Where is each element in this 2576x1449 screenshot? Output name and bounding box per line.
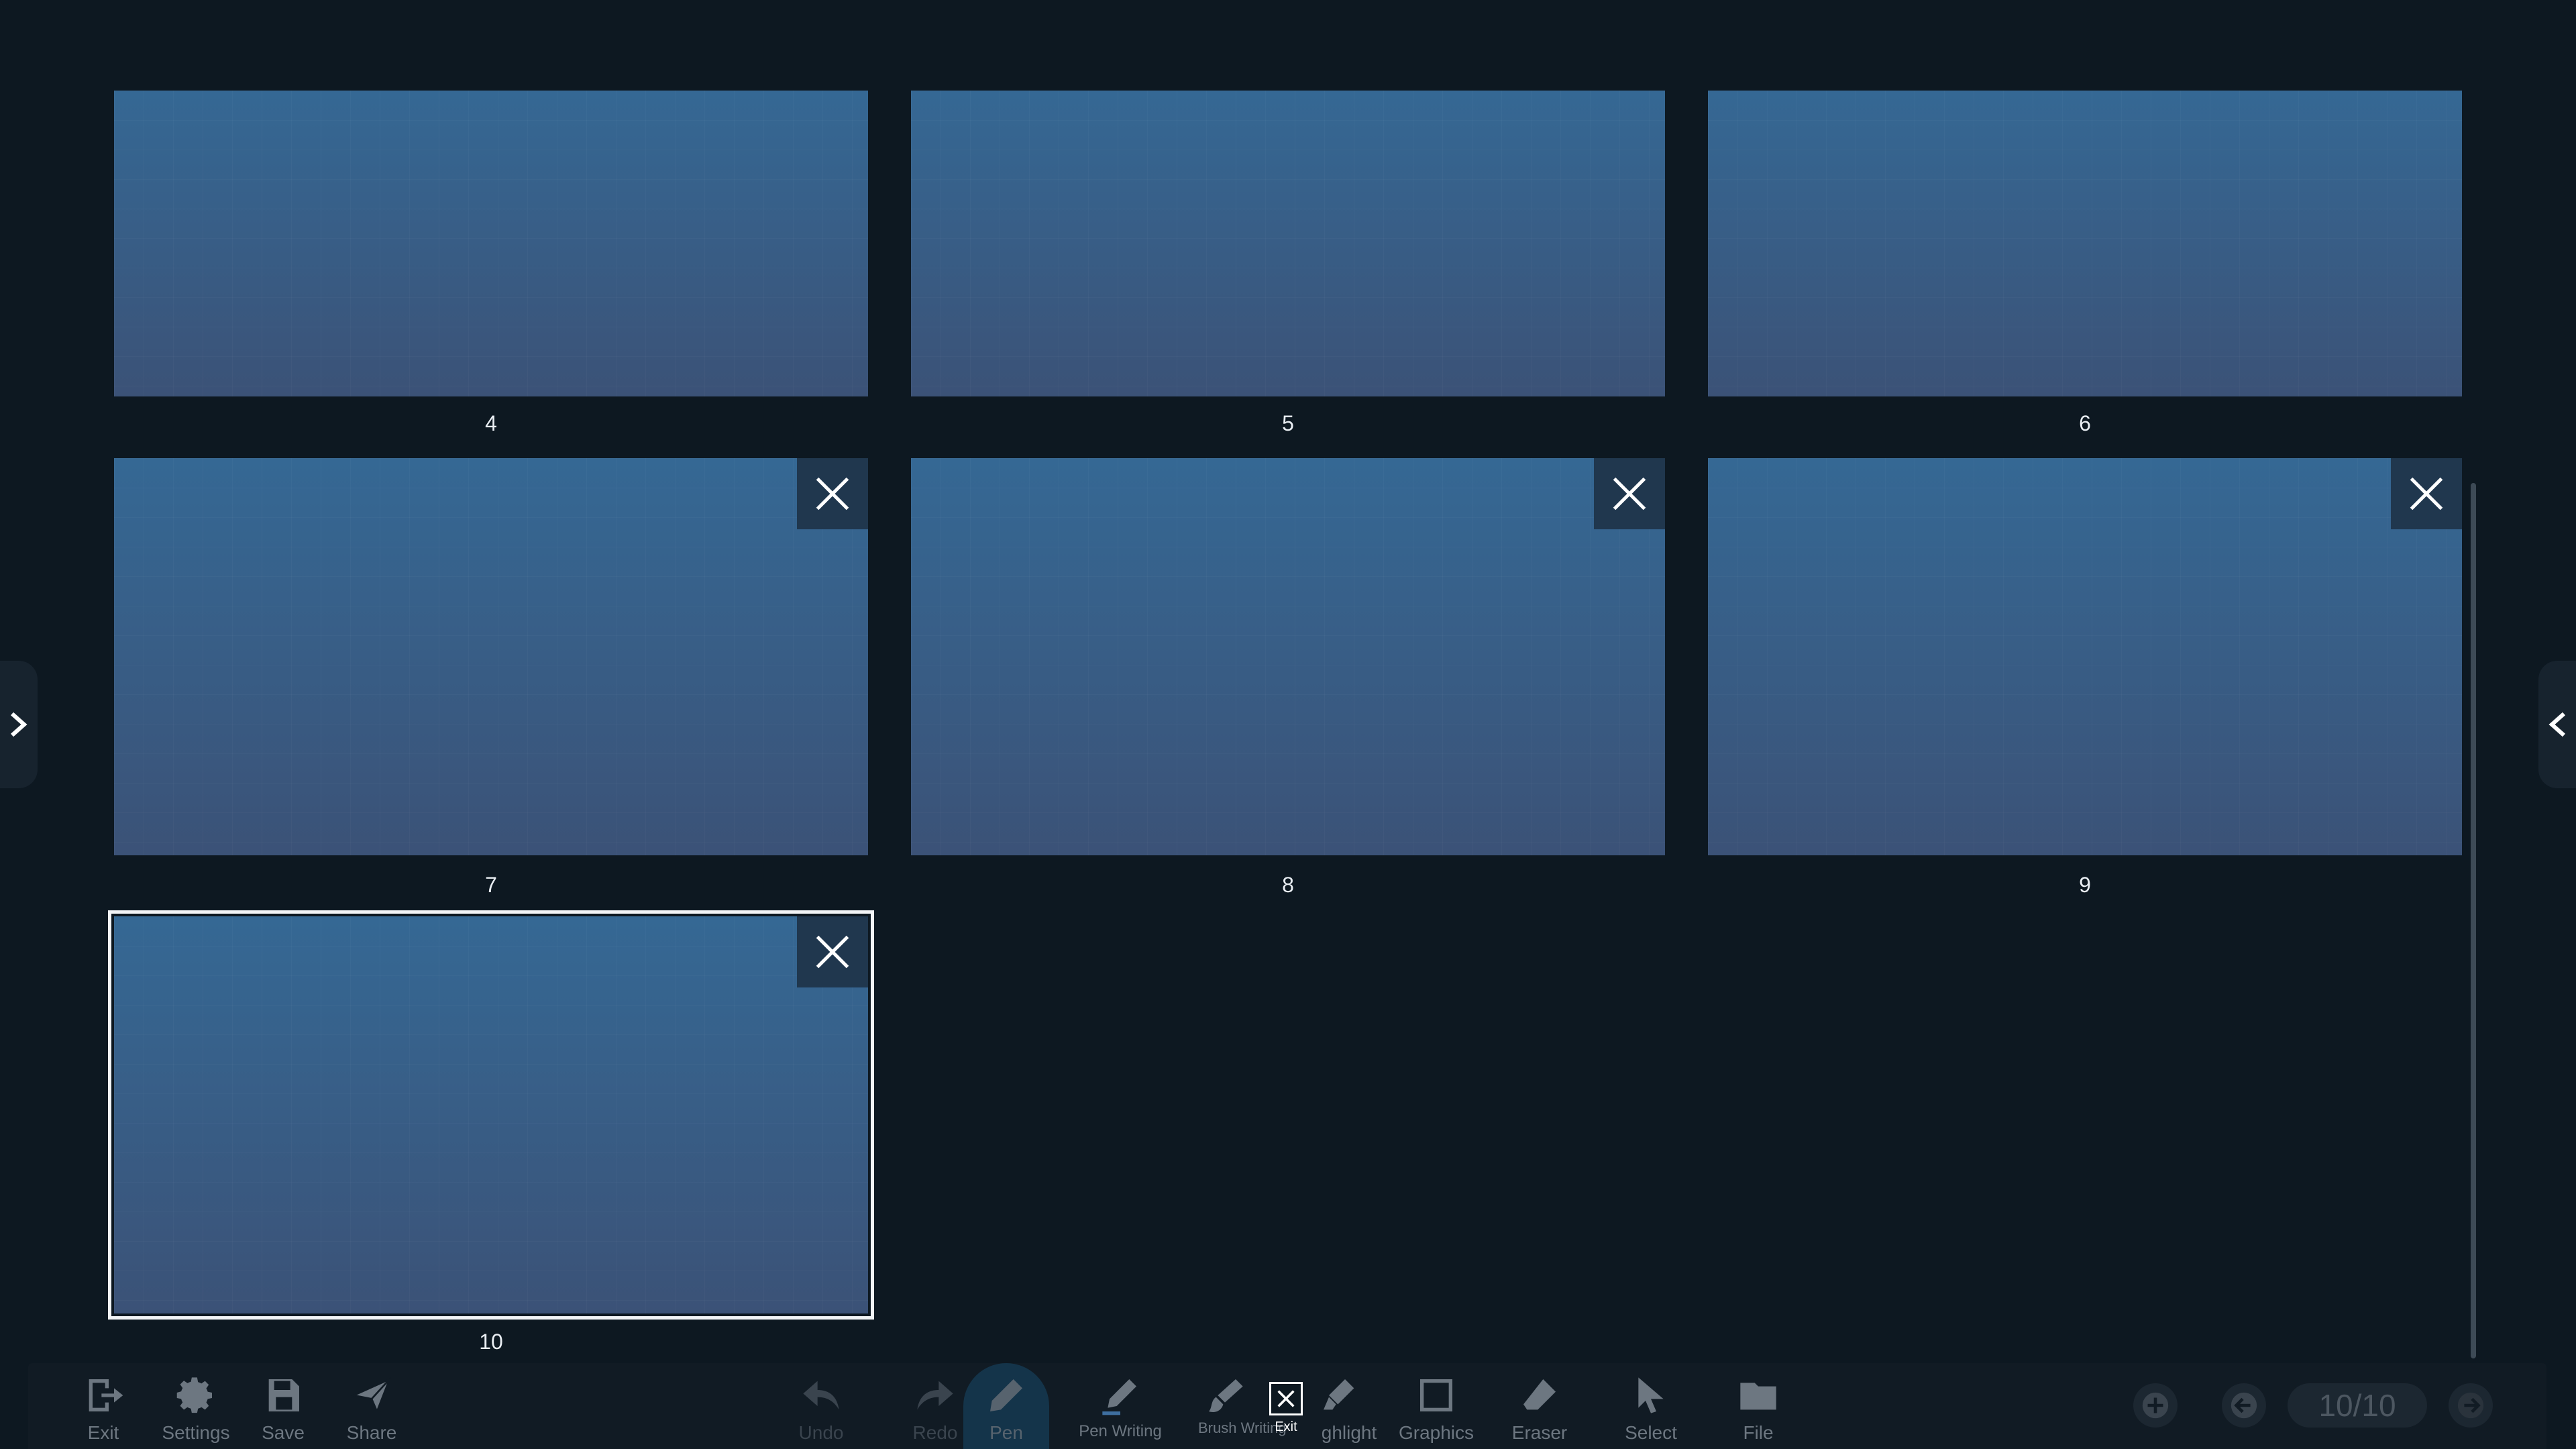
file-label: File: [1743, 1422, 1774, 1443]
pen-writing-button[interactable]: Pen Writing: [1067, 1363, 1174, 1449]
close-icon: [1613, 477, 1646, 511]
close-icon: [816, 477, 849, 511]
exit-label: Exit: [87, 1422, 119, 1443]
exit-button[interactable]: Exit: [76, 1363, 130, 1449]
page-thumbnail-4[interactable]: 4: [114, 91, 868, 435]
chevron-left-icon: [2548, 712, 2565, 737]
page-indicator: 10/10: [2288, 1383, 2427, 1428]
pen-writing-label: Pen Writing: [1079, 1422, 1162, 1440]
delete-page-button[interactable]: [797, 458, 868, 529]
brush-icon: [1209, 1379, 1243, 1412]
page-thumbnail-5[interactable]: 5: [911, 91, 1665, 435]
exit-icon: [89, 1379, 123, 1411]
brush-writing-button[interactable]: Brush Writing: [1191, 1363, 1287, 1449]
redo-label: Redo: [912, 1422, 958, 1443]
close-icon: [2410, 477, 2443, 511]
page-thumbnail-grid: 4 5 6 7 8 9 10: [0, 0, 2576, 1449]
undo-icon: [803, 1381, 839, 1410]
pen-icon: [990, 1379, 1022, 1411]
redo-icon: [917, 1381, 953, 1410]
plus-circle-icon: [2142, 1392, 2169, 1419]
page-preview[interactable]: [108, 910, 874, 1320]
vertical-scrollbar[interactable]: [2471, 483, 2476, 1358]
exit-tooltip-label: Exit: [1275, 1419, 1297, 1434]
highlight-button[interactable]: ghlight: [1303, 1363, 1377, 1449]
settings-label: Settings: [162, 1422, 230, 1443]
previous-page-button[interactable]: [2222, 1383, 2266, 1428]
pen-tool-button[interactable]: Pen: [963, 1363, 1049, 1449]
chevron-right-icon: [11, 712, 28, 737]
page-number: 10: [479, 1330, 503, 1354]
page-thumbnail-8[interactable]: 8: [911, 458, 1665, 897]
graphics-button[interactable]: Graphics: [1393, 1363, 1480, 1449]
save-button[interactable]: Save: [256, 1363, 310, 1449]
left-panel-toggle[interactable]: [0, 661, 38, 788]
close-icon: [1277, 1390, 1295, 1407]
page-preview[interactable]: [1708, 458, 2462, 855]
eraser-button[interactable]: Eraser: [1503, 1363, 1576, 1449]
page-thumbnail-10[interactable]: 10: [108, 910, 874, 1354]
share-button[interactable]: Share: [338, 1363, 405, 1449]
page-number: 4: [485, 411, 497, 435]
pen-label: Pen: [989, 1422, 1023, 1443]
page-preview[interactable]: [1708, 91, 2462, 396]
undo-label: Undo: [798, 1422, 844, 1443]
share-label: Share: [346, 1422, 397, 1443]
settings-button[interactable]: Settings: [156, 1363, 236, 1449]
page-number: 5: [1282, 411, 1294, 435]
save-label: Save: [262, 1422, 305, 1443]
page-preview[interactable]: [114, 458, 868, 855]
page-number: 6: [2079, 411, 2091, 435]
highlighter-icon: [1324, 1379, 1354, 1410]
select-button[interactable]: Select: [1614, 1363, 1688, 1449]
add-page-button[interactable]: [2133, 1383, 2178, 1428]
close-icon: [816, 935, 849, 969]
right-panel-toggle[interactable]: [2538, 661, 2576, 788]
eraser-label: Eraser: [1511, 1422, 1568, 1443]
page-number: 9: [2079, 873, 2091, 897]
redo-button[interactable]: Redo: [908, 1363, 962, 1449]
cursor-arrow-icon: [1638, 1377, 1664, 1413]
pen-writing-icon: [1102, 1379, 1136, 1415]
gear-icon: [176, 1377, 212, 1413]
delete-page-button[interactable]: [1594, 458, 1665, 529]
brush-writing-label: Brush Writing: [1198, 1419, 1287, 1436]
file-button[interactable]: File: [1728, 1363, 1788, 1449]
page-thumbnail-9[interactable]: 9: [1708, 458, 2462, 897]
page-number: 8: [1282, 873, 1294, 897]
page-preview[interactable]: [911, 91, 1665, 396]
share-icon: [350, 1377, 392, 1414]
square-shape-icon: [1420, 1379, 1452, 1411]
delete-page-button[interactable]: [2391, 458, 2462, 529]
page-preview[interactable]: [114, 91, 868, 396]
delete-page-button[interactable]: [797, 916, 868, 987]
page-thumbnail-7[interactable]: 7: [114, 458, 868, 897]
save-icon: [268, 1379, 299, 1411]
graphics-label: Graphics: [1398, 1422, 1474, 1443]
page-thumbnail-6[interactable]: 6: [1708, 91, 2462, 435]
page-preview[interactable]: [911, 458, 1665, 855]
highlight-label: ghlight: [1321, 1422, 1377, 1443]
page-number: 7: [485, 873, 497, 897]
select-label: Select: [1625, 1422, 1677, 1443]
next-page-button[interactable]: [2449, 1383, 2493, 1428]
undo-button[interactable]: Undo: [794, 1363, 848, 1449]
eraser-icon: [1523, 1379, 1556, 1410]
arrow-right-icon: [2457, 1392, 2484, 1419]
folder-icon: [1740, 1383, 1776, 1410]
exit-tooltip[interactable]: Exit: [1265, 1382, 1307, 1442]
arrow-left-icon: [2231, 1392, 2257, 1419]
